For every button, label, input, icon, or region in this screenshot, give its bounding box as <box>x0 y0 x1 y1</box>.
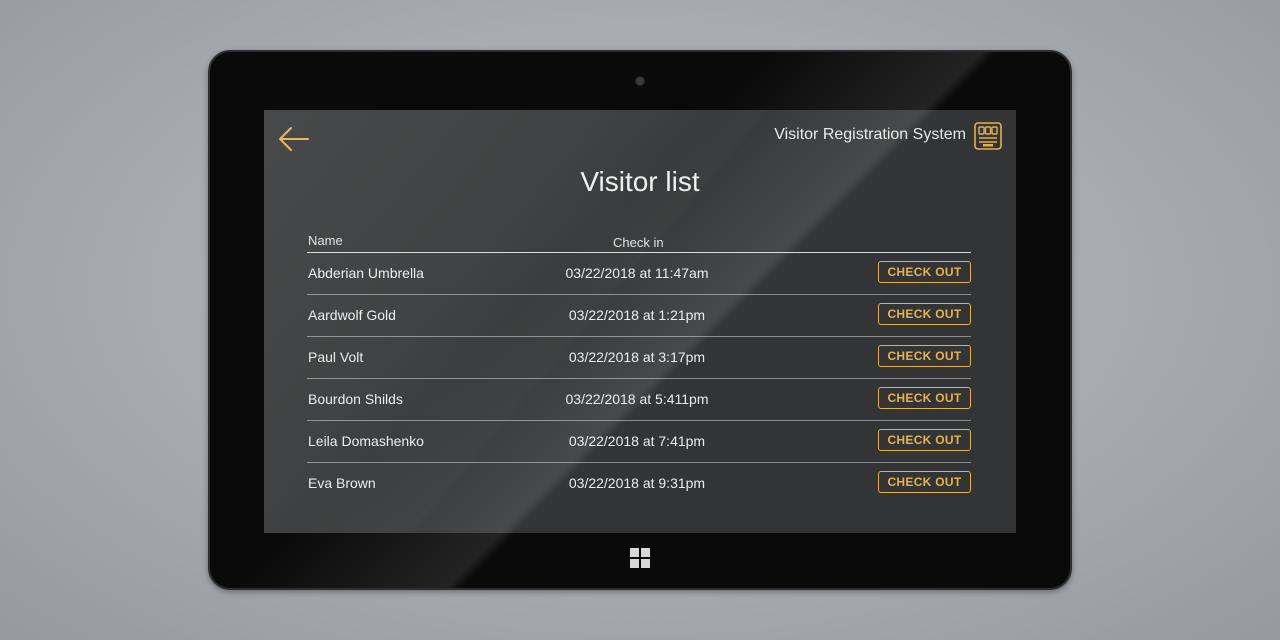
column-header-check-in: Check in <box>613 235 664 250</box>
registration-panel-icon <box>974 122 1002 150</box>
visitor-name: Paul Volt <box>308 349 364 365</box>
back-button[interactable] <box>276 124 312 154</box>
check-out-button[interactable]: CHECK OUT <box>878 303 971 325</box>
app-title: Visitor Registration System <box>774 126 966 143</box>
check-in-time: 03/22/2018 at 9:31pm <box>568 475 706 491</box>
table-row: Eva Brown 03/22/2018 at 9:31pm CHECK OUT <box>307 463 971 504</box>
visitor-name: Bourdon Shilds <box>308 391 403 407</box>
check-in-time: 03/22/2018 at 7:41pm <box>568 433 706 449</box>
check-in-time: 03/22/2018 at 5:411pm <box>565 391 709 407</box>
visitor-name: Eva Brown <box>308 475 376 491</box>
table-row: Paul Volt 03/22/2018 at 3:17pm CHECK OUT <box>307 337 971 379</box>
check-out-button[interactable]: CHECK OUT <box>878 261 971 283</box>
column-header-name: Name <box>308 233 343 248</box>
table-row: Abderian Umbrella 03/22/2018 at 11:47am … <box>307 253 971 295</box>
table-row: Leila Domashenko 03/22/2018 at 7:41pm CH… <box>307 421 971 463</box>
check-out-button[interactable]: CHECK OUT <box>878 471 971 493</box>
table-header: Name Check in <box>307 230 971 253</box>
check-in-time: 03/22/2018 at 1:21pm <box>568 307 706 323</box>
check-out-button[interactable]: CHECK OUT <box>878 387 971 409</box>
check-out-button[interactable]: CHECK OUT <box>878 345 971 367</box>
check-in-time: 03/22/2018 at 11:47am <box>565 265 709 281</box>
check-in-time: 03/22/2018 at 3:17pm <box>568 349 706 365</box>
visitor-name: Leila Domashenko <box>308 433 424 449</box>
windows-logo-icon[interactable] <box>630 548 650 568</box>
check-out-button[interactable]: CHECK OUT <box>878 429 971 451</box>
table-row: Bourdon Shilds 03/22/2018 at 5:411pm CHE… <box>307 379 971 421</box>
app-screen: Visitor Registration System Visitor list… <box>264 110 1016 533</box>
visitor-name: Abderian Umbrella <box>308 265 424 281</box>
arrow-left-icon <box>279 127 309 151</box>
table-row: Aardwolf Gold 03/22/2018 at 1:21pm CHECK… <box>307 295 971 337</box>
tablet-device: Visitor Registration System Visitor list… <box>208 50 1072 590</box>
page-title: Visitor list <box>580 166 700 197</box>
visitor-name: Aardwolf Gold <box>308 307 396 323</box>
camera-icon <box>635 76 645 86</box>
visitor-table: Name Check in Abderian Umbrella 03/22/20… <box>307 230 971 504</box>
